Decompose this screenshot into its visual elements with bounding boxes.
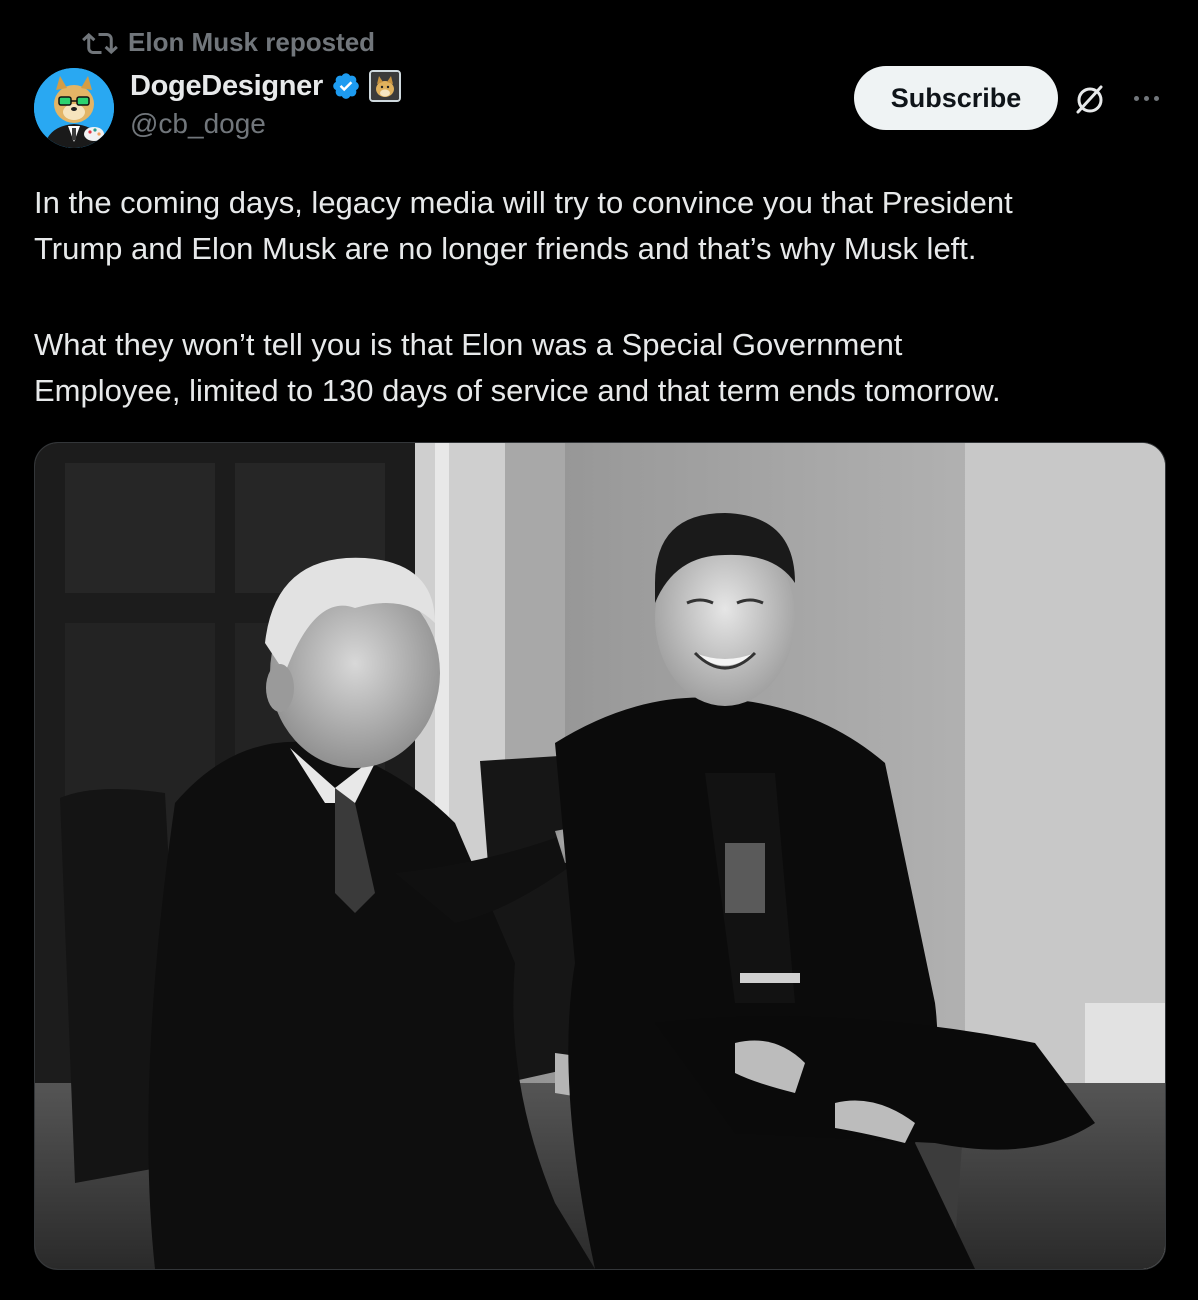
tweet-line: What they won’t tell you is that Elon wa… — [34, 327, 903, 362]
tweet-line: Employee, limited to 130 days of service… — [34, 373, 1001, 408]
repost-header: Elon Musk reposted — [82, 26, 375, 58]
more-options-icon[interactable] — [1126, 84, 1166, 112]
grok-icon[interactable] — [1070, 80, 1110, 120]
more-dot — [1143, 95, 1149, 101]
more-dot — [1133, 95, 1139, 101]
tweet-photo[interactable] — [34, 442, 1166, 1270]
repost-icon — [82, 27, 118, 57]
subscribe-button[interactable]: Subscribe — [854, 66, 1058, 130]
tweet-text: In the coming days, legacy media will tr… — [34, 180, 1164, 414]
tweet-line: In the coming days, legacy media will tr… — [34, 185, 1013, 220]
author-display-name[interactable]: DogeDesigner — [130, 70, 323, 103]
tweet-line: Trump and Elon Musk are no longer friend… — [34, 231, 977, 266]
verified-badge-icon[interactable] — [331, 71, 361, 101]
more-dot — [1153, 95, 1159, 101]
author-name-row: DogeDesigner — [130, 66, 401, 106]
doge-affiliate-badge[interactable] — [369, 70, 401, 102]
reposter-link[interactable]: Elon Musk reposted — [128, 27, 375, 58]
doge-avatar[interactable] — [34, 68, 114, 148]
author-handle[interactable]: @cb_doge — [130, 108, 266, 140]
